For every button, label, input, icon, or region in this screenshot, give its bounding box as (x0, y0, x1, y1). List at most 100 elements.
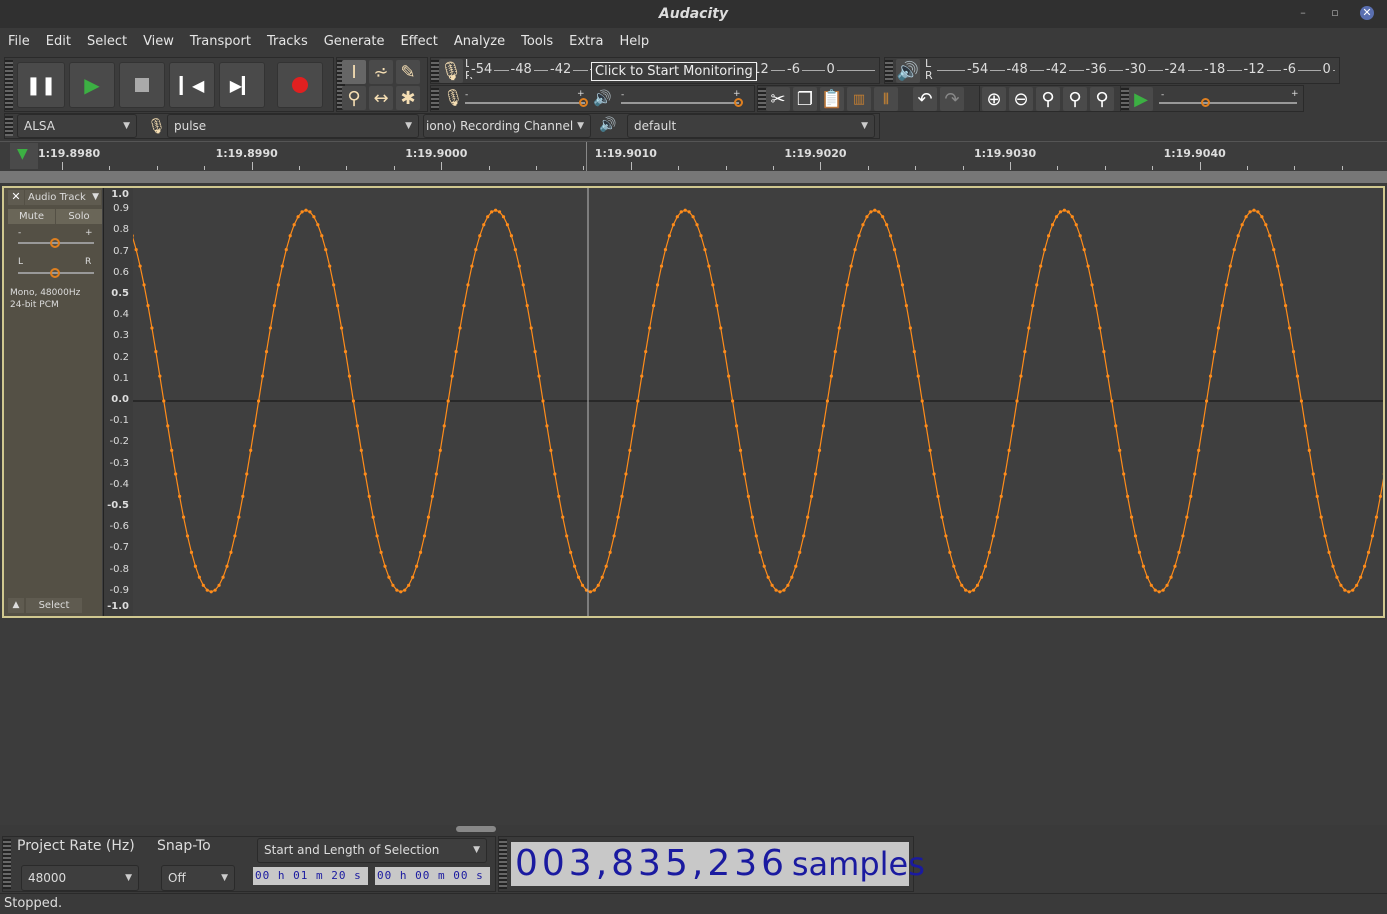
recording-channels-select[interactable]: iono) Recording Channel▼ (423, 114, 591, 138)
slider-thumb[interactable] (579, 98, 588, 107)
recording-device-select[interactable]: pulse▼ (167, 114, 419, 138)
multi-tool-icon[interactable]: ✱ (396, 86, 420, 110)
menu-file[interactable]: File (8, 28, 30, 56)
selection-tool-icon[interactable]: I (342, 60, 366, 84)
silence-icon[interactable]: ⫼ (874, 87, 898, 111)
slider-thumb[interactable] (1201, 98, 1210, 107)
meter-scale-label: -42 (548, 62, 573, 77)
solo-button[interactable]: Solo (56, 209, 102, 224)
recording-volume-slider[interactable] (465, 102, 585, 104)
sample-point (383, 565, 386, 568)
maximize-button[interactable]: ▫ (1328, 6, 1342, 20)
sample-point (786, 584, 789, 587)
playback-speed-slider[interactable] (1159, 102, 1297, 104)
menu-bar: File Edit Select View Transport Tracks Generat… (0, 28, 1387, 56)
menu-extra[interactable]: Extra (569, 28, 603, 56)
selection-length-time[interactable]: 00 h 00 m 00 s (375, 867, 490, 885)
amplitude-tick-label: -0.1 (109, 415, 129, 426)
menu-tools[interactable]: Tools (521, 28, 553, 56)
empty-track-area[interactable] (0, 620, 1387, 825)
sample-point (281, 264, 284, 267)
menu-analyze[interactable]: Analyze (454, 28, 505, 56)
undo-icon[interactable]: ↶ (913, 87, 937, 111)
draw-tool-icon[interactable]: ✎ (396, 60, 420, 84)
collapse-track-button[interactable]: ▲ (8, 598, 24, 613)
zoom-in-icon[interactable]: ⊕ (982, 87, 1006, 111)
paste-icon[interactable]: 📋 (820, 87, 844, 111)
menu-edit[interactable]: Edit (46, 28, 71, 56)
playback-volume-slider[interactable] (621, 102, 739, 104)
trim-icon[interactable]: ▥ (847, 87, 871, 111)
menu-generate[interactable]: Generate (324, 28, 385, 56)
menu-transport[interactable]: Transport (190, 28, 251, 56)
sample-point (640, 374, 643, 377)
sample-point (1138, 551, 1141, 554)
sample-point (133, 234, 134, 237)
start-monitoring-button[interactable]: Click to Start Monitoring (591, 62, 757, 81)
timeshift-tool-icon[interactable]: ↔ (369, 86, 393, 110)
sample-point (379, 551, 382, 554)
gain-slider-thumb[interactable] (50, 238, 60, 248)
waveform-display[interactable] (133, 188, 1383, 616)
snap-to-select[interactable]: Off▼ (161, 865, 235, 891)
selection-mode-select[interactable]: Start and Length of Selection▼ (257, 838, 487, 863)
skip-to-end-button[interactable]: ▶▎ (219, 62, 265, 108)
redo-icon[interactable]: ↷ (940, 87, 964, 111)
playback-device-select[interactable]: default▼ (627, 114, 875, 138)
sample-point (1320, 516, 1323, 519)
sample-point (1284, 304, 1287, 307)
timeline-ruler[interactable]: ▼ 1:19.89801:19.89901:19.90001:19.90101:… (0, 141, 1387, 171)
menu-tracks[interactable]: Tracks (267, 28, 308, 56)
microphone-icon[interactable]: 🎙 (439, 59, 463, 83)
minimize-button[interactable]: – (1296, 6, 1310, 20)
play-button[interactable]: ▶ (69, 62, 115, 108)
audio-position-display[interactable]: 003,835,236 samples (511, 842, 909, 886)
sample-point (593, 589, 596, 592)
copy-icon[interactable]: ❐ (793, 87, 817, 111)
project-rate-label: Project Rate (Hz) (17, 838, 135, 854)
sample-point (316, 223, 319, 226)
project-rate-select[interactable]: 48000▼ (21, 865, 139, 891)
pan-slider-thumb[interactable] (50, 268, 60, 278)
track-menu-button[interactable]: Audio Track▼ (25, 190, 101, 205)
timeline-tick (1152, 166, 1153, 170)
zoom-out-icon[interactable]: ⊖ (1009, 87, 1033, 111)
fit-project-icon[interactable]: ⚲ (1063, 87, 1087, 111)
playback-meter[interactable]: -54-48-42-36-30-24-18-12-60 (937, 62, 1335, 82)
sample-point (289, 234, 292, 237)
mute-button[interactable]: Mute (8, 209, 55, 224)
menu-select[interactable]: Select (87, 28, 127, 56)
selection-start-time[interactable]: 00 h 01 m 20 s (253, 867, 368, 885)
sample-point (312, 215, 315, 218)
slider-thumb[interactable] (734, 98, 743, 107)
meter-scale-label: 0 (825, 62, 837, 77)
select-track-button[interactable]: Select (26, 598, 82, 613)
track-bit-depth: 24-bit PCM (10, 299, 80, 311)
zoom-toggle-icon[interactable]: ⚲ (1090, 87, 1114, 111)
skip-to-start-button[interactable]: ▎◀ (169, 62, 215, 108)
audio-host-select[interactable]: ALSA▼ (17, 114, 137, 138)
stop-button[interactable] (119, 62, 165, 108)
menu-help[interactable]: Help (619, 28, 649, 56)
record-button[interactable] (277, 62, 323, 108)
sample-point (652, 304, 655, 307)
play-at-speed-icon[interactable]: ▶ (1129, 87, 1153, 111)
cut-icon[interactable]: ✂ (766, 87, 790, 111)
toolbar-grip (499, 839, 507, 889)
resize-handle[interactable] (456, 826, 496, 832)
menu-view[interactable]: View (143, 28, 174, 56)
envelope-tool-icon[interactable]: ⩫ (369, 60, 393, 84)
close-track-button[interactable]: ✕ (8, 190, 24, 205)
sample-point (1102, 350, 1105, 353)
speaker-icon[interactable]: 🔊 (896, 59, 920, 83)
toolbar-grip[interactable] (5, 60, 13, 110)
play-head-button[interactable]: ▼ (10, 143, 38, 169)
close-window-button[interactable]: ✕ (1360, 6, 1374, 20)
menu-effect[interactable]: Effect (400, 28, 437, 56)
sample-point (842, 304, 845, 307)
zoom-tool-icon[interactable]: ⚲ (342, 86, 366, 110)
slider-min-label: - (1161, 90, 1164, 100)
scrub-bar[interactable] (0, 171, 1387, 183)
fit-selection-icon[interactable]: ⚲ (1036, 87, 1060, 111)
pause-button[interactable]: ❚❚ (17, 62, 65, 108)
